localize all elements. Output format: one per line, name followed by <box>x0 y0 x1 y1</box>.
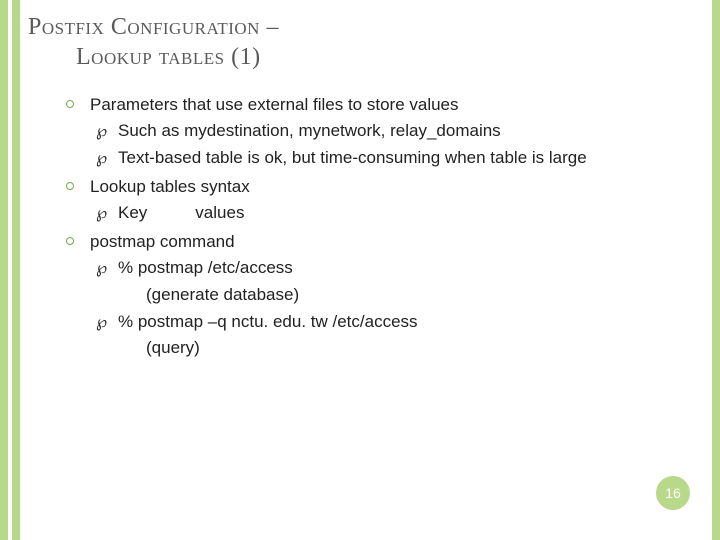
slide-body: Parameters that use external files to st… <box>28 92 692 362</box>
sub-item: ℘% postmap /etc/access (generate databas… <box>90 255 692 308</box>
title-line-1: Postfix Configuration – <box>28 12 692 42</box>
bullet-text: Lookup tables syntax <box>90 177 250 196</box>
bullet-item: postmap command ℘% postmap /etc/access (… <box>66 229 692 362</box>
sub-item: ℘Such as mydestination, mynetwork, relay… <box>90 118 692 145</box>
t1d: onfiguration – <box>127 14 279 40</box>
bullet-text: Parameters that use external files to st… <box>90 95 459 114</box>
sub-note: (query) <box>118 335 692 361</box>
bullet-list: Parameters that use external files to st… <box>66 92 692 362</box>
sub-list: ℘Key values <box>90 200 692 227</box>
sub-bullet-icon: ℘ <box>96 202 118 227</box>
bullet-text: postmap command <box>90 232 235 251</box>
sub-note: (generate database) <box>118 282 692 308</box>
accent-bar-right <box>712 0 720 540</box>
sub-text: % postmap /etc/access <box>118 258 293 277</box>
slide-content: Postfix Configuration – Lookup tables (1… <box>28 12 692 364</box>
t2b: ookup tables (1) <box>91 44 260 70</box>
bullet-item: Parameters that use external files to st… <box>66 92 692 172</box>
sub-item: ℘Key values <box>90 200 692 227</box>
sub-item: ℘% postmap –q nctu. edu. tw /etc/access … <box>90 309 692 362</box>
title-line-2: Lookup tables (1) <box>28 42 692 72</box>
sub-bullet-icon: ℘ <box>96 147 118 172</box>
t1b: ostfix <box>42 14 111 40</box>
sub-list: ℘Such as mydestination, mynetwork, relay… <box>90 118 692 172</box>
t1a: P <box>28 14 42 40</box>
t2a: L <box>76 44 91 70</box>
sub-item: ℘Text-based table is ok, but time-consum… <box>90 145 692 172</box>
page-number-badge: 16 <box>656 476 690 510</box>
slide-title: Postfix Configuration – Lookup tables (1… <box>28 12 692 72</box>
kv-key: Key <box>118 203 147 222</box>
sub-list: ℘% postmap /etc/access (generate databas… <box>90 255 692 361</box>
kv-values: values <box>195 203 244 222</box>
page-number: 16 <box>665 485 681 501</box>
t1c: C <box>111 14 128 40</box>
sub-text: % postmap –q nctu. edu. tw /etc/access <box>118 312 418 331</box>
sub-bullet-icon: ℘ <box>96 120 118 145</box>
sub-bullet-icon: ℘ <box>96 311 118 336</box>
accent-bar-left-1 <box>0 0 8 540</box>
sub-text: Text-based table is ok, but time-consumi… <box>118 148 587 167</box>
accent-bar-left-2 <box>12 0 20 540</box>
sub-text: Such as mydestination, mynetwork, relay_… <box>118 121 501 140</box>
bullet-item: Lookup tables syntax ℘Key values <box>66 174 692 227</box>
sub-bullet-icon: ℘ <box>96 257 118 282</box>
